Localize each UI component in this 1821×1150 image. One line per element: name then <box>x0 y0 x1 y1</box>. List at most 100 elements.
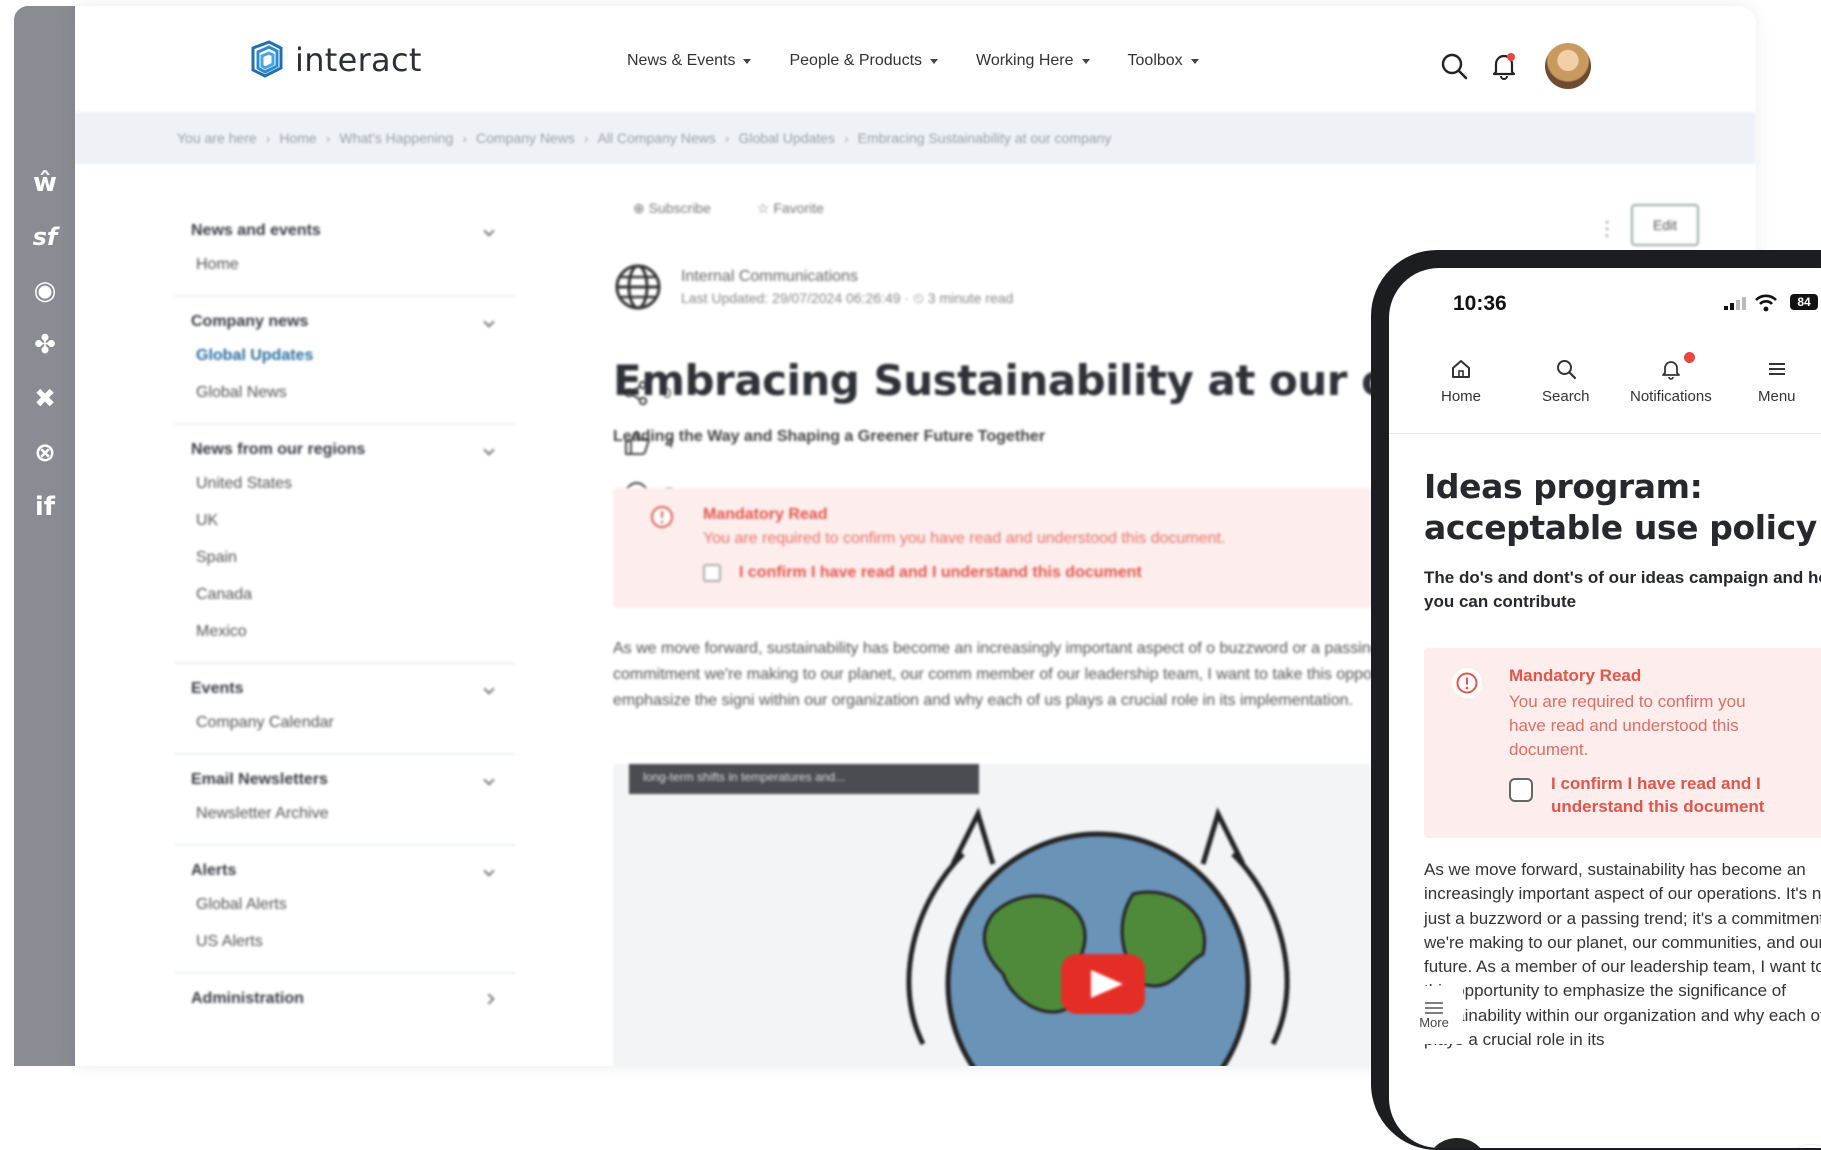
nav-link[interactable]: Global Alerts <box>175 886 515 923</box>
nav-link[interactable]: Canada <box>175 576 515 613</box>
confirm-read-checkbox[interactable] <box>1509 778 1533 802</box>
hamburger-icon <box>1768 363 1785 375</box>
checkbox[interactable] <box>703 564 721 582</box>
section-nav: News and events Home Company news Global… <box>175 206 515 1026</box>
nav-label: News & Events <box>627 52 736 69</box>
author-block: Internal Communications Last Updated: 29… <box>613 262 1013 312</box>
article-meta: Last Updated: 29/07/2024 06:26:49 · ⏲ 3 … <box>681 289 1014 306</box>
header-actions <box>1437 43 1591 89</box>
workvivo-icon[interactable]: ŵ <box>28 166 62 200</box>
confirm-read-checkbox[interactable]: I confirm I have read and I understand t… <box>703 564 1142 582</box>
breadcrumb-link[interactable]: Global Updates <box>738 130 835 146</box>
nav-link[interactable]: Spain <box>175 539 515 576</box>
alert-title: Mandatory Read <box>1509 666 1642 685</box>
tab-notifications[interactable]: Notifications <box>1630 352 1712 405</box>
nav-group-heading[interactable]: Alerts <box>175 856 515 886</box>
chevron-down-icon <box>483 316 495 328</box>
edit-button[interactable]: Edit <box>1631 204 1699 246</box>
nav-link-active[interactable]: Global Updates <box>175 337 515 374</box>
wifi-icon <box>1755 294 1777 312</box>
nav-group-events: Events Company Calendar <box>175 664 515 755</box>
breadcrumb-current: Embracing Sustainability at our company <box>857 130 1112 146</box>
nav-group-heading[interactable]: News from our regions <box>175 435 515 465</box>
nav-link[interactable]: Global News <box>175 374 515 411</box>
nav-label: Toolbox <box>1127 52 1183 69</box>
ifttt-icon[interactable]: if <box>28 490 62 524</box>
alert-body: You are required to confirm you have rea… <box>1509 692 1746 759</box>
alert-title: Mandatory Read <box>703 506 828 523</box>
caret-down-icon <box>743 58 752 64</box>
status-bar: 10:36 84 <box>1389 268 1821 328</box>
tab-home[interactable]: Home <box>1441 358 1481 405</box>
tab-label: Notifications <box>1630 388 1712 405</box>
phone-mockup: 10:36 84 Home Search Notifications Menu <box>1371 250 1821 1150</box>
nav-link[interactable]: Home <box>175 246 515 283</box>
nav-working-here[interactable]: Working Here <box>976 52 1090 70</box>
chevron-down-icon <box>483 683 495 695</box>
tab-label: Menu <box>1758 388 1796 405</box>
nav-group-newsletters: Email Newsletters Newsletter Archive <box>175 755 515 846</box>
home-icon <box>1452 360 1470 378</box>
nav-group-heading[interactable]: Email Newsletters <box>175 765 515 795</box>
nav-people-products[interactable]: People & Products <box>789 52 939 70</box>
nav-link[interactable]: United States <box>175 465 515 502</box>
nav-link[interactable]: US Alerts <box>175 923 515 960</box>
alert-body: You are required to confirm you have rea… <box>703 530 1226 547</box>
caret-down-icon <box>1081 58 1090 64</box>
logo[interactable]: interact <box>247 38 422 82</box>
checkbox-label: I confirm I have read and I understand t… <box>739 564 1142 581</box>
breadcrumb-link[interactable]: All Company News <box>598 130 716 146</box>
breadcrumb-link[interactable]: What's Happening <box>339 130 453 146</box>
nav-link[interactable]: Newsletter Archive <box>175 795 515 832</box>
floating-menu-button[interactable] <box>1781 1144 1821 1148</box>
subscribe-link[interactable]: ⊕ Subscribe <box>633 200 711 217</box>
breadcrumb-link[interactable]: Company News <box>476 130 575 146</box>
nav-group-news-events: News and events Home <box>175 206 515 297</box>
breadcrumb-link[interactable]: Home <box>279 130 316 146</box>
favorite-link[interactable]: ☆ Favorite <box>757 200 824 217</box>
more-button[interactable]: More <box>1405 986 1463 1044</box>
vector-app-icon[interactable]: ⊗ <box>28 436 62 470</box>
nav-group-company-news: Company news Global Updates Global News <box>175 297 515 425</box>
slack-icon[interactable]: ✤ <box>28 328 62 362</box>
nav-link[interactable]: Mexico <box>175 613 515 650</box>
nav-label: People & Products <box>789 52 923 69</box>
logo-text: interact <box>295 41 422 79</box>
nav-news-events[interactable]: News & Events <box>627 52 752 70</box>
tab-search[interactable]: Search <box>1542 358 1590 405</box>
article-title: Embracing Sustainability at our comp <box>613 356 1487 405</box>
checkbox-label: I confirm I have read and I understand t… <box>1551 774 1765 816</box>
chevron-right-icon <box>483 993 495 1005</box>
avatar[interactable] <box>1545 43 1591 89</box>
main-nav: News & Events People & Products Working … <box>627 52 1237 70</box>
xero-icon[interactable]: ✖ <box>28 382 62 416</box>
notifications-button[interactable] <box>1487 49 1521 83</box>
alert-icon <box>1452 668 1482 698</box>
search-button[interactable] <box>1437 49 1471 83</box>
nav-group-heading[interactable]: News and events <box>175 216 515 246</box>
nav-link[interactable]: Company Calendar <box>175 704 515 741</box>
earth-illustration <box>906 807 1290 1066</box>
phone-screen: 10:36 84 Home Search Notifications Menu <box>1389 268 1821 1148</box>
nav-group-heading[interactable]: Administration <box>175 984 515 1014</box>
confirm-read-row: I confirm I have read and I understand t… <box>1509 772 1781 818</box>
nav-group-heading[interactable]: Events <box>175 674 515 704</box>
more-options-icon[interactable]: ⋮ <box>1597 216 1617 241</box>
tab-label: Search <box>1542 388 1590 405</box>
top-bar: interact News & Events People & Products… <box>75 6 1756 112</box>
chevron-down-icon <box>483 444 495 456</box>
chat-app-icon[interactable]: ◉ <box>28 274 62 308</box>
floating-action-button[interactable] <box>1425 1138 1489 1148</box>
tab-menu[interactable]: Menu <box>1758 358 1796 405</box>
article-actions: ⊕ Subscribe ☆ Favorite <box>633 196 1713 220</box>
chevron-down-icon <box>483 774 495 786</box>
nav-group-administration: Administration <box>175 974 515 1026</box>
salesforce-icon[interactable]: sf <box>28 220 62 254</box>
nav-group-heading[interactable]: Company news <box>175 307 515 337</box>
author-name[interactable]: Internal Communications <box>681 268 1013 286</box>
nav-toolbox[interactable]: Toolbox <box>1128 52 1199 70</box>
battery-level: 84 <box>1790 294 1818 310</box>
interact-logo-icon <box>251 40 283 78</box>
article-body: As we move forward, sustainability has b… <box>613 640 1462 709</box>
nav-link[interactable]: UK <box>175 502 515 539</box>
